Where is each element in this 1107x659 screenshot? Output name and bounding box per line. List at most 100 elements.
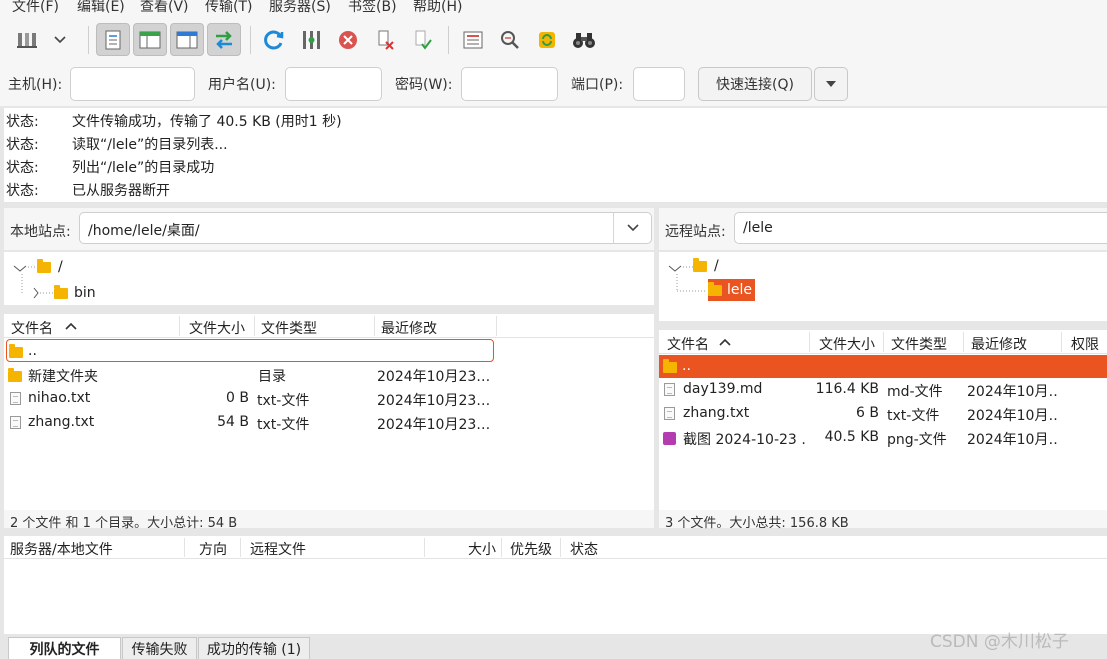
text-file-icon — [10, 392, 21, 405]
search-button[interactable] — [567, 23, 601, 56]
table-row[interactable]: nihao.txt 0 B txt-文件 2024年10月23… — [6, 387, 646, 410]
menu-file[interactable]: 文件(F) — [12, 0, 59, 16]
table-row[interactable]: day139.md 116.4 KB md-文件 2024年10月… — [659, 378, 1107, 401]
site-manager-dropdown[interactable] — [46, 23, 74, 56]
column-permissions[interactable]: 权限 — [1071, 334, 1099, 354]
log-row: 状态: 读取“/lele”的目录列表... — [6, 137, 228, 153]
remote-tree-icon — [176, 31, 198, 48]
tree-node-lele[interactable]: lele — [708, 279, 756, 301]
table-row[interactable]: 截图 2024-10-23 … 40.5 KB png-文件 2024年10月… — [659, 426, 1107, 449]
column-modified[interactable]: 最近修改 — [381, 318, 437, 338]
toggle-log-button[interactable] — [96, 23, 130, 56]
column-filesize[interactable]: 文件大小 — [189, 318, 245, 338]
menubar: 文件(F) 编辑(E) 查看(V) 传输(T) 服务器(S) 书签(B) 帮助(… — [0, 0, 1107, 16]
process-queue-button[interactable] — [294, 23, 328, 56]
menu-bookmarks[interactable]: 书签(B) — [348, 0, 397, 16]
port-input[interactable] — [633, 67, 685, 101]
triangle-down-icon — [826, 81, 836, 87]
text-file-icon — [664, 407, 675, 420]
username-input[interactable] — [285, 67, 382, 101]
quickconnect-bar: 主机(H): 用户名(U): 密码(W): 端口(P): 快速连接(Q) — [0, 64, 1107, 106]
sync-browsing-button[interactable] — [493, 23, 527, 56]
column-divider — [179, 316, 180, 336]
directory-listing-filter-button[interactable] — [456, 23, 490, 56]
tree-node-bin[interactable]: bin — [54, 284, 96, 301]
chevron-down-icon — [626, 224, 639, 232]
toggle-local-tree-button[interactable] — [133, 23, 167, 56]
disconnect-icon — [378, 30, 394, 50]
local-tree-icon — [139, 31, 161, 48]
local-path-value: /home/lele/桌面/ — [88, 223, 200, 239]
chevron-down-icon — [54, 35, 66, 43]
site-manager-icon — [17, 32, 37, 48]
table-row[interactable]: zhang.txt 6 B txt-文件 2024年10月… — [659, 402, 1107, 425]
local-path-combo[interactable]: /home/lele/桌面/ — [79, 212, 652, 244]
log-row: 状态: 列出“/lele”的目录成功 — [6, 160, 215, 176]
local-site-label: 本地站点: — [10, 224, 71, 240]
menu-transfer[interactable]: 传输(T) — [205, 0, 252, 16]
table-row[interactable]: .. — [6, 339, 494, 362]
host-label: 主机(H): — [8, 77, 63, 93]
local-path-dropdown[interactable] — [613, 213, 651, 243]
column-filename[interactable]: 文件名 — [11, 318, 53, 338]
menu-server[interactable]: 服务器(S) — [269, 0, 331, 16]
column-filetype[interactable]: 文件类型 — [261, 318, 317, 338]
menu-help[interactable]: 帮助(H) — [413, 0, 462, 16]
tab-queued-files[interactable]: 列队的文件 — [8, 637, 121, 659]
tab-failed-transfers[interactable]: 传输失败 — [122, 637, 197, 659]
menu-edit[interactable]: 编辑(E) — [77, 0, 125, 16]
search-files-icon — [501, 30, 519, 49]
refresh-icon — [264, 30, 284, 49]
tree-node-root[interactable]: / — [693, 257, 719, 274]
tab-successful-transfers[interactable]: 成功的传输 (1) — [198, 637, 310, 659]
toggle-remote-tree-button[interactable] — [170, 23, 204, 56]
menu-view[interactable]: 查看(V) — [140, 0, 189, 16]
table-row[interactable]: .. — [659, 355, 1107, 378]
text-file-icon — [664, 383, 675, 396]
column-status[interactable]: 状态 — [570, 539, 598, 559]
column-server-local-file[interactable]: 服务器/本地文件 — [10, 539, 113, 559]
local-list-header: 文件名 文件大小 文件类型 最近修改 — [4, 314, 654, 338]
compare-button[interactable] — [530, 23, 564, 56]
local-file-list: 文件名 文件大小 文件类型 最近修改 .. 新建文件夹 目录 2024年10月2… — [4, 314, 654, 510]
folder-icon — [708, 281, 722, 296]
column-divider — [254, 316, 255, 336]
refresh-button[interactable] — [257, 23, 291, 56]
password-label: 密码(W): — [395, 77, 453, 93]
toolbar — [0, 16, 1107, 64]
reconnect-button[interactable] — [405, 23, 439, 56]
cancel-icon — [339, 30, 357, 49]
password-input[interactable] — [461, 67, 558, 101]
transfer-queue: 服务器/本地文件 方向 远程文件 大小 优先级 状态 — [4, 536, 1107, 634]
column-modified[interactable]: 最近修改 — [971, 334, 1027, 354]
column-divider — [963, 332, 964, 352]
column-remote-file[interactable]: 远程文件 — [250, 539, 306, 559]
username-label: 用户名(U): — [208, 77, 276, 93]
column-direction[interactable]: 方向 — [199, 539, 227, 559]
remote-path-combo[interactable]: /lele — [734, 212, 1107, 244]
host-input[interactable] — [70, 67, 195, 101]
table-row[interactable]: zhang.txt 54 B txt-文件 2024年10月23… — [6, 411, 646, 434]
site-manager-button[interactable] — [10, 23, 44, 56]
cancel-button[interactable] — [331, 23, 365, 56]
disconnect-button[interactable] — [368, 23, 402, 56]
column-priority[interactable]: 优先级 — [510, 539, 552, 559]
folder-icon — [663, 359, 677, 373]
folder-icon — [37, 258, 51, 273]
process-queue-icon — [303, 30, 320, 49]
filter-icon — [463, 31, 483, 48]
text-file-icon — [10, 416, 21, 429]
toggle-queue-button[interactable] — [207, 23, 241, 56]
table-row[interactable]: 新建文件夹 目录 2024年10月23… — [6, 363, 646, 386]
quickconnect-history-dropdown[interactable] — [814, 67, 848, 101]
column-filesize[interactable]: 文件大小 — [819, 334, 875, 354]
column-filename[interactable]: 文件名 — [667, 334, 709, 354]
tree-node-root[interactable]: / — [37, 258, 63, 275]
column-size[interactable]: 大小 — [468, 539, 496, 559]
log-row: 状态: 已从服务器断开 — [6, 183, 170, 199]
sync-icon — [539, 31, 555, 48]
column-filetype[interactable]: 文件类型 — [891, 334, 947, 354]
local-directory-tree: / bin — [4, 252, 654, 305]
column-divider — [883, 332, 884, 352]
quickconnect-button[interactable]: 快速连接(Q) — [698, 67, 812, 101]
